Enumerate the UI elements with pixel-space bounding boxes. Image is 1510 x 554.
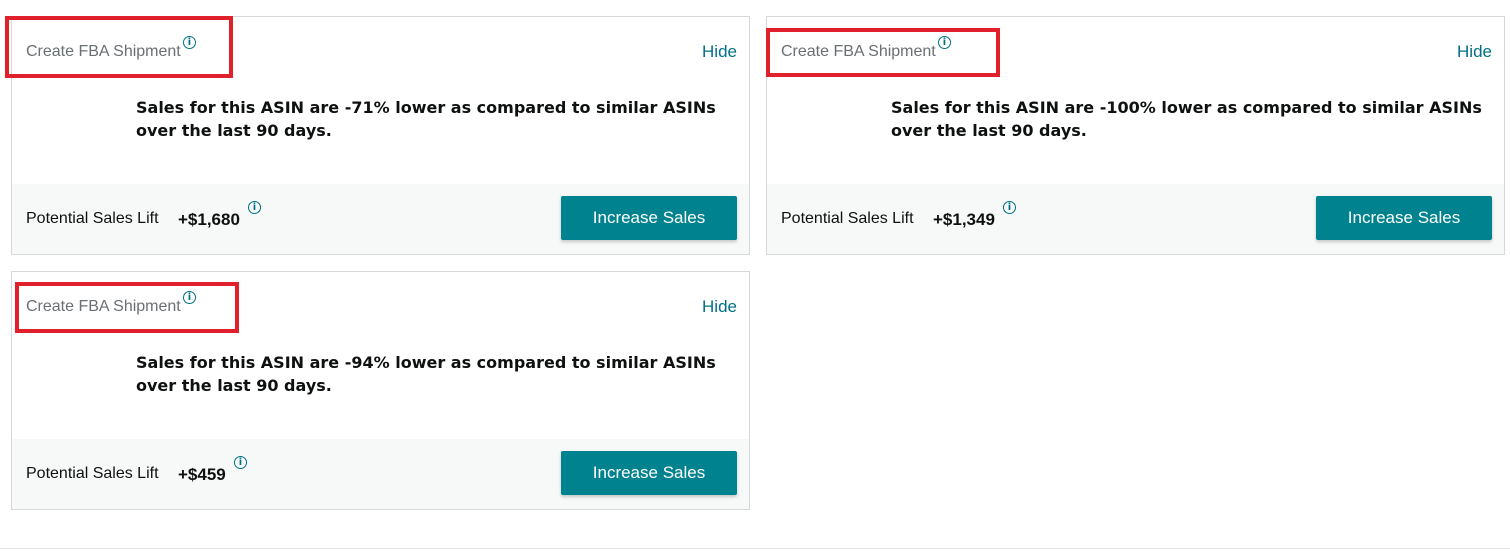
increase-sales-button[interactable]: Increase Sales	[561, 196, 737, 240]
hide-link[interactable]: Hide	[702, 297, 737, 317]
card-footer: Potential Sales Lift +$1,680 i Increase …	[12, 184, 749, 254]
sales-message: Sales for this ASIN are -100% lower as c…	[891, 98, 1482, 140]
potential-sales-lift-value: +$1,349	[933, 210, 995, 229]
annotation-highlight	[5, 16, 233, 78]
sales-message: Sales for this ASIN are -71% lower as co…	[136, 98, 716, 140]
potential-sales-lift-label: Potential Sales Lift	[26, 210, 159, 227]
card-footer: Potential Sales Lift +$459 i Increase Sa…	[12, 439, 749, 509]
increase-sales-button[interactable]: Increase Sales	[1316, 196, 1492, 240]
hide-link[interactable]: Hide	[1457, 42, 1492, 62]
sales-message: Sales for this ASIN are -94% lower as co…	[136, 353, 716, 395]
divider	[0, 548, 1510, 549]
annotation-highlight	[766, 28, 1000, 77]
card-footer: Potential Sales Lift +$1,349 i Increase …	[767, 184, 1504, 254]
potential-sales-lift-label: Potential Sales Lift	[26, 465, 159, 482]
annotation-highlight	[15, 282, 239, 333]
potential-sales-lift-value: +$1,680	[178, 210, 240, 229]
info-icon[interactable]: i	[248, 201, 261, 214]
potential-sales-lift-label: Potential Sales Lift	[781, 210, 914, 227]
potential-sales-lift-value: +$459	[178, 465, 226, 484]
hide-link[interactable]: Hide	[702, 42, 737, 62]
info-icon[interactable]: i	[234, 456, 247, 469]
increase-sales-button[interactable]: Increase Sales	[561, 451, 737, 495]
info-icon[interactable]: i	[1003, 201, 1016, 214]
